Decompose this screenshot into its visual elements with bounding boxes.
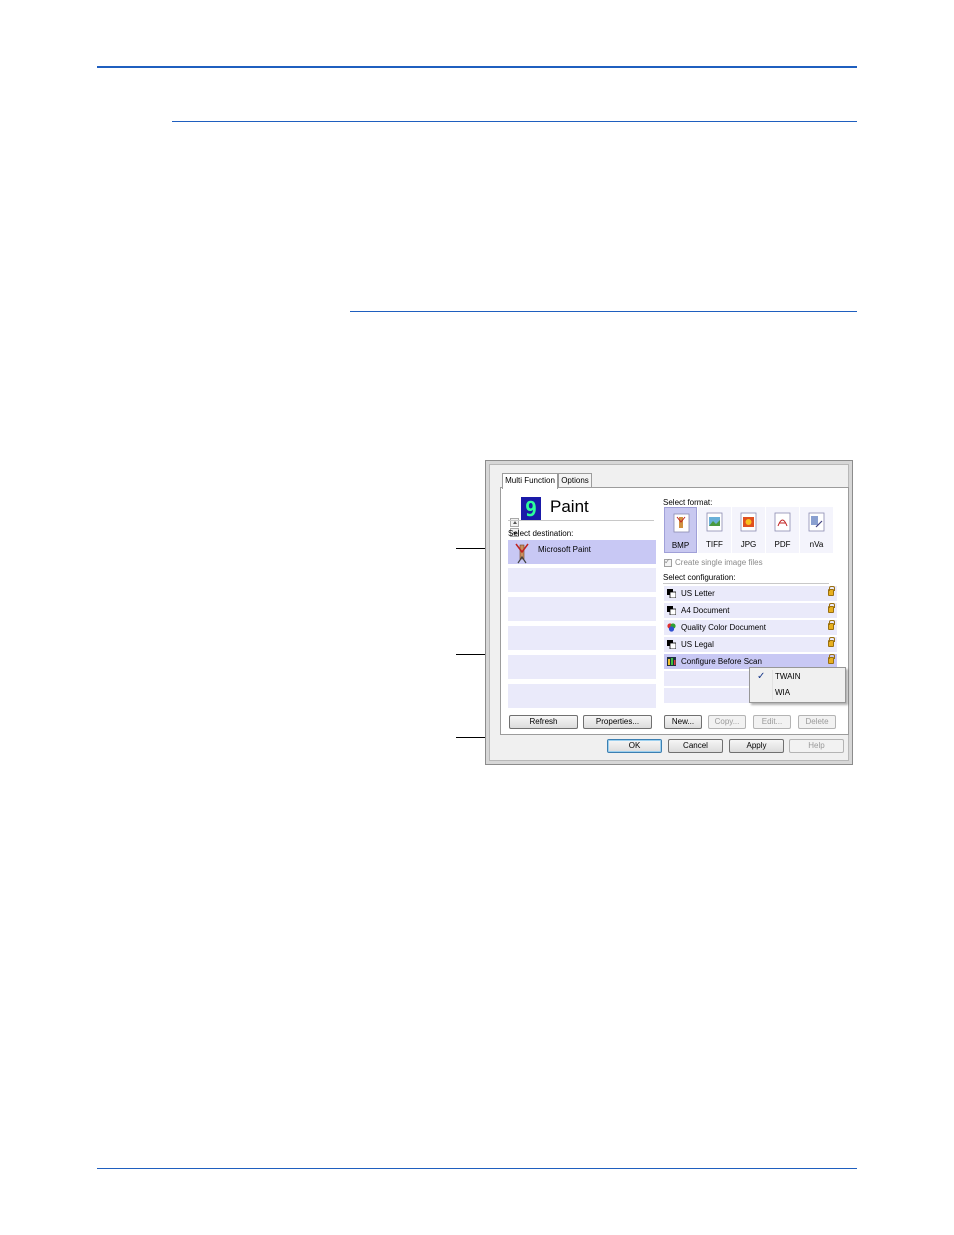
config-label-configure-before-scan: Configure Before Scan bbox=[681, 657, 762, 666]
multi-function-panel: 9 Paint Select destination: Microsoft Pa… bbox=[500, 487, 849, 735]
dialog-body: Multi Function Options 9 Paint Select de… bbox=[489, 464, 849, 761]
lock-icon bbox=[828, 637, 835, 647]
paint-app-icon bbox=[515, 543, 529, 564]
single-image-checkbox[interactable] bbox=[664, 557, 672, 567]
menu-item-wia[interactable]: WIA bbox=[775, 688, 790, 697]
configuration-divider bbox=[663, 583, 829, 584]
destination-label-microsoft-paint: Microsoft Paint bbox=[538, 545, 591, 554]
cancel-button[interactable]: Cancel bbox=[668, 739, 723, 753]
format-label-pdf: PDF bbox=[774, 540, 791, 549]
lock-icon bbox=[828, 603, 835, 613]
config-label-a4-document: A4 Document bbox=[681, 606, 730, 615]
config-item-empty bbox=[664, 688, 752, 704]
tiff-format-icon bbox=[706, 512, 723, 532]
section-rule bbox=[172, 121, 857, 122]
refresh-button[interactable]: Refresh bbox=[509, 715, 578, 729]
list-item-empty bbox=[508, 568, 656, 594]
edit-config-button[interactable]: Edit... bbox=[753, 715, 791, 729]
config-item-a4-document[interactable]: A4 Document bbox=[664, 603, 837, 619]
delete-config-button[interactable]: Delete bbox=[798, 715, 836, 729]
format-label: Select format: bbox=[663, 498, 713, 507]
list-item-empty bbox=[508, 597, 656, 623]
config-item-quality-color-document[interactable]: Quality Color Document bbox=[664, 620, 837, 636]
footer-rule bbox=[97, 1168, 857, 1169]
config-item-us-letter[interactable]: US Letter bbox=[664, 586, 837, 602]
list-item-empty bbox=[508, 684, 656, 710]
help-button[interactable]: Help bbox=[789, 739, 844, 753]
bw-document-icon bbox=[667, 589, 676, 598]
format-pdf[interactable]: PDF bbox=[766, 507, 799, 553]
bw-document-icon bbox=[667, 606, 676, 615]
scan-driver-menu: ✓ TWAIN WIA bbox=[749, 667, 846, 703]
config-item-us-legal[interactable]: US Legal bbox=[664, 637, 837, 653]
format-jpg[interactable]: JPG bbox=[732, 507, 765, 553]
apply-button[interactable]: Apply bbox=[729, 739, 784, 753]
format-bmp[interactable]: BMP bbox=[664, 507, 697, 553]
button-number-display: 9 bbox=[521, 497, 541, 521]
lock-icon bbox=[828, 620, 835, 630]
config-label-quality-color-document: Quality Color Document bbox=[681, 623, 766, 632]
pdf-format-icon bbox=[774, 512, 791, 532]
app-title: Paint bbox=[550, 497, 589, 516]
tab-options[interactable]: Options bbox=[558, 473, 592, 488]
lock-icon bbox=[828, 654, 835, 664]
format-label-nva: nVa bbox=[809, 540, 824, 549]
single-image-label: Create single image files bbox=[675, 558, 763, 567]
format-label-tiff: TIFF bbox=[706, 540, 723, 549]
destination-list: Microsoft Paint bbox=[508, 540, 656, 712]
header-rule bbox=[97, 66, 857, 68]
subsection-rule bbox=[350, 311, 857, 312]
format-tiff[interactable]: TIFF bbox=[698, 507, 731, 553]
configuration-label: Select configuration: bbox=[663, 573, 736, 582]
color-document-icon bbox=[667, 623, 676, 632]
configure-scan-icon bbox=[667, 657, 676, 666]
config-label-us-legal: US Legal bbox=[681, 640, 714, 649]
nva-format-icon bbox=[808, 512, 825, 532]
format-label-bmp: BMP bbox=[671, 541, 690, 550]
new-config-button[interactable]: New... bbox=[664, 715, 702, 729]
list-item-empty bbox=[508, 655, 656, 681]
scanner-properties-dialog: Multi Function Options 9 Paint Select de… bbox=[485, 460, 853, 765]
menu-separator bbox=[772, 670, 773, 700]
list-item-microsoft-paint[interactable]: Microsoft Paint bbox=[508, 540, 656, 566]
check-icon: ✓ bbox=[757, 671, 766, 682]
properties-button[interactable]: Properties... bbox=[583, 715, 652, 729]
jpg-format-icon bbox=[740, 512, 757, 532]
config-label-us-letter: US Letter bbox=[681, 589, 715, 598]
format-nva[interactable]: nVa bbox=[800, 507, 833, 553]
format-label-jpg: JPG bbox=[740, 540, 757, 549]
ok-button[interactable]: OK bbox=[607, 739, 662, 753]
menu-item-twain[interactable]: TWAIN bbox=[775, 672, 800, 681]
lock-icon bbox=[828, 586, 835, 596]
bw-document-icon bbox=[667, 640, 676, 649]
destination-label: Select destination: bbox=[508, 529, 574, 538]
tab-multi-function[interactable]: Multi Function bbox=[502, 473, 558, 489]
bmp-format-icon bbox=[673, 513, 690, 533]
copy-config-button[interactable]: Copy... bbox=[708, 715, 746, 729]
title-divider bbox=[508, 520, 654, 521]
list-item-empty bbox=[508, 626, 656, 652]
